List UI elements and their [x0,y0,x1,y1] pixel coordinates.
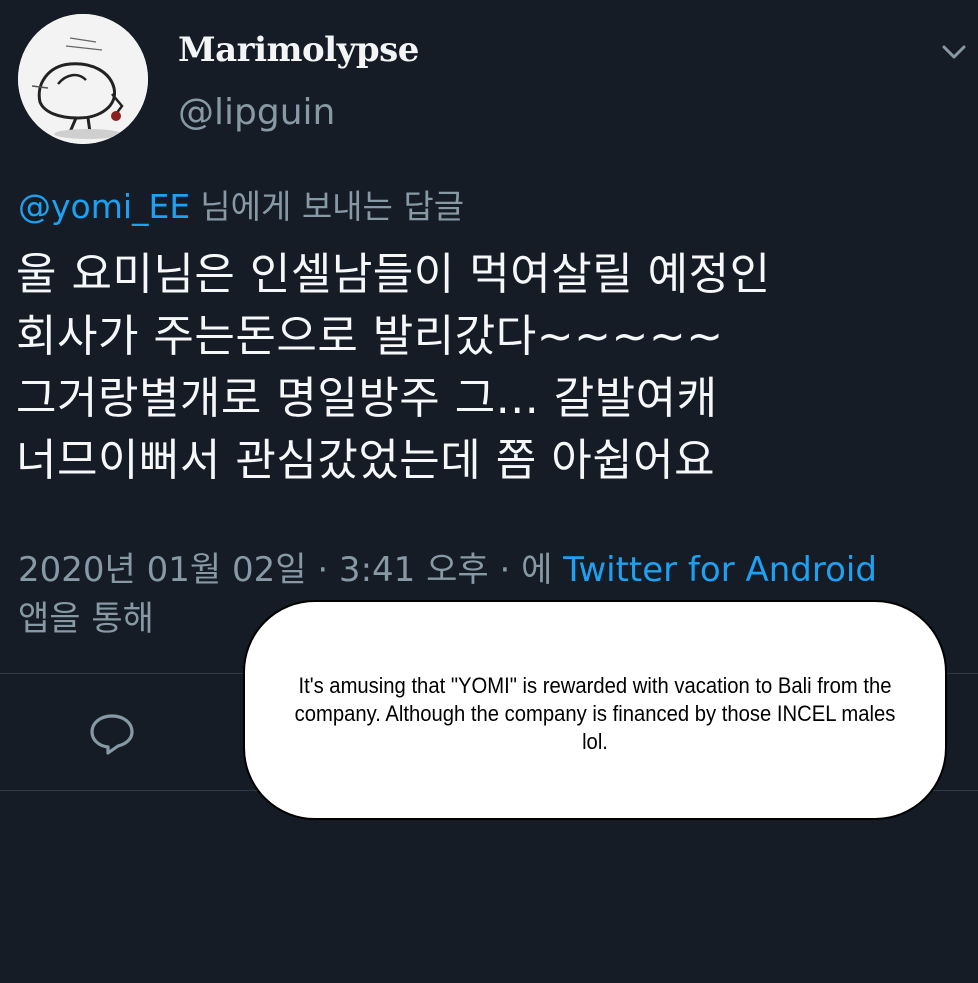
tweet-metadata: 2020년 01월 02일 · 3:41 오후 · 에 Twitter for … [18,543,877,597]
caption-text: It's amusing that "YOMI" is rewarded wit… [294,673,896,754]
avatar-drawing [18,14,148,144]
reply-context: @yomi_EE 님에게 보내는 답글 [18,180,464,228]
user-handle[interactable]: @lipguin [178,92,335,133]
tweet-source-link[interactable]: Twitter for Android [563,550,877,590]
tweet-body-line: 그거랑별개로 명일방주 그... 갈발여캐 [16,373,718,424]
display-name[interactable]: Marimolypse [178,30,419,70]
tweet-body-line: 너므이뻐서 관심갔었는데 쫌 아쉽어요 [16,435,716,486]
reply-context-suffix: 님에게 보내는 답글 [200,187,465,226]
chevron-down-icon[interactable] [938,36,970,68]
tweet-metadata-suffix: 앱을 통해 [18,599,154,639]
tweet-timestamp[interactable]: 2020년 01월 02일 · 3:41 오후 · 에 [18,550,563,590]
tweet-body: 울 요미님은 인셀남들이 먹여살릴 예정인 회사가 주는돈으로 발리갔다~~~~… [16,244,966,492]
reply-icon[interactable] [88,712,136,756]
reply-mention-link[interactable]: @yomi_EE [18,187,190,226]
avatar[interactable] [18,14,148,144]
tweet-body-line: 회사가 주는돈으로 발리갔다~~~~~ [16,311,724,362]
tweet-body-line: 울 요미님은 인셀남들이 먹여살릴 예정인 [16,249,771,300]
caption-bubble: It's amusing that "YOMI" is rewarded wit… [243,600,947,820]
